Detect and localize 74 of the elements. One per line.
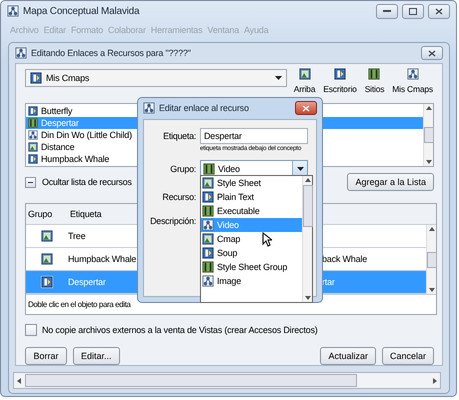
- scrollbar[interactable]: [426, 225, 436, 294]
- add-button[interactable]: Agregar a la Lista: [347, 173, 434, 192]
- close-button[interactable]: [421, 46, 443, 60]
- dropdown-arrow-icon: [296, 166, 304, 170]
- dialog-button[interactable]: Actualizar: [320, 347, 376, 366]
- minimize-button[interactable]: [376, 4, 398, 18]
- toggle-label[interactable]: Ocultar lista de recursos: [42, 177, 132, 188]
- checkbox-label: No copie archivos externos a la venta de Vistas (crear Accesos Directos): [42, 325, 318, 336]
- cursor-icon: [262, 232, 272, 247]
- dropdown-option[interactable]: Style Sheet Group: [201, 260, 302, 274]
- dropdown-option[interactable]: Image: [201, 274, 302, 288]
- field-label: Recurso:: [161, 192, 196, 202]
- file-icon: [28, 154, 38, 164]
- dropdown-option[interactable]: Soup: [201, 246, 302, 260]
- file-icon: [28, 106, 38, 116]
- close-button[interactable]: [295, 101, 317, 115]
- table-cell: Despertar: [68, 277, 106, 288]
- collapse-button[interactable]: [25, 176, 36, 188]
- file-icon: [28, 118, 38, 128]
- dialog-icon: [15, 47, 27, 60]
- window-title: Mapa Conceptual Malavida: [23, 6, 140, 16]
- dropdown-arrow-icon: [274, 76, 282, 80]
- close-button[interactable]: [428, 4, 450, 18]
- label-field[interactable]: Despertar: [200, 128, 308, 144]
- app-icon: [7, 5, 19, 17]
- field-label: Grupo:: [169, 164, 196, 174]
- minus-icon: [28, 182, 33, 183]
- media-icon: [41, 276, 53, 288]
- table-cell: Humpback Whale: [68, 254, 136, 264]
- down-arrow-icon[interactable]: [428, 288, 434, 292]
- horizontal-scrollbar[interactable]: [13, 372, 441, 389]
- up-arrow-icon[interactable]: [304, 178, 310, 182]
- dropdown-option[interactable]: Executable: [201, 204, 302, 218]
- file-icon: [28, 142, 38, 152]
- scrollbar[interactable]: [302, 176, 312, 302]
- close-icon: [435, 8, 443, 14]
- down-arrow-icon[interactable]: [426, 160, 432, 164]
- dropdown-option[interactable]: Cmap: [201, 232, 302, 246]
- up-arrow-icon[interactable]: [428, 227, 434, 232]
- dialog-button[interactable]: Editar...: [73, 347, 120, 366]
- dropdown-option[interactable]: Plain Text: [201, 190, 302, 204]
- dialog-button[interactable]: Borrar: [25, 347, 67, 366]
- table-cell: Tree: [68, 231, 86, 242]
- close-icon: [428, 50, 436, 57]
- toolbar-button[interactable]: Sitios: [364, 68, 386, 100]
- left-arrow-icon[interactable]: [17, 378, 21, 384]
- field-label: Descripción:: [149, 216, 196, 226]
- scrollbar[interactable]: [423, 104, 433, 166]
- status-text: Doble clic en el objeto para edita: [28, 300, 130, 310]
- column-header: Etiqueta: [69, 209, 102, 220]
- dialog-title: Editar enlace al recurso: [159, 103, 250, 113]
- checkbox[interactable]: [25, 324, 37, 336]
- maximize-icon: [409, 8, 417, 14]
- close-icon: [302, 104, 310, 112]
- minimize-icon: [383, 9, 391, 13]
- down-arrow-icon[interactable]: [304, 296, 310, 300]
- dropdown-option[interactable]: Style Sheet: [201, 176, 302, 190]
- right-arrow-icon[interactable]: [433, 378, 437, 384]
- scrollbar-thumb[interactable]: [302, 185, 312, 227]
- location-dropdown[interactable]: Mis Cmaps: [25, 69, 287, 88]
- maximize-button[interactable]: [402, 4, 424, 18]
- dialog-icon: [143, 102, 155, 114]
- toolbar-button[interactable]: Arriba: [292, 68, 316, 100]
- scrollbar-thumb[interactable]: [426, 252, 436, 268]
- toolbar-button[interactable]: Mis Cmaps: [391, 68, 434, 100]
- up-arrow-icon[interactable]: [426, 106, 432, 110]
- scrollbar-thumb[interactable]: [25, 374, 357, 388]
- scrollbar-thumb[interactable]: [424, 127, 434, 144]
- field-label: Etiqueta:: [162, 131, 196, 141]
- dialog-button[interactable]: Cancelar: [382, 347, 434, 366]
- column-header: Grupo: [27, 209, 54, 220]
- file-icon: [28, 130, 38, 140]
- toolbar-button[interactable]: Escritorio: [322, 68, 358, 100]
- dialog-title: Editando Enlaces a Recursos para "????": [31, 48, 192, 58]
